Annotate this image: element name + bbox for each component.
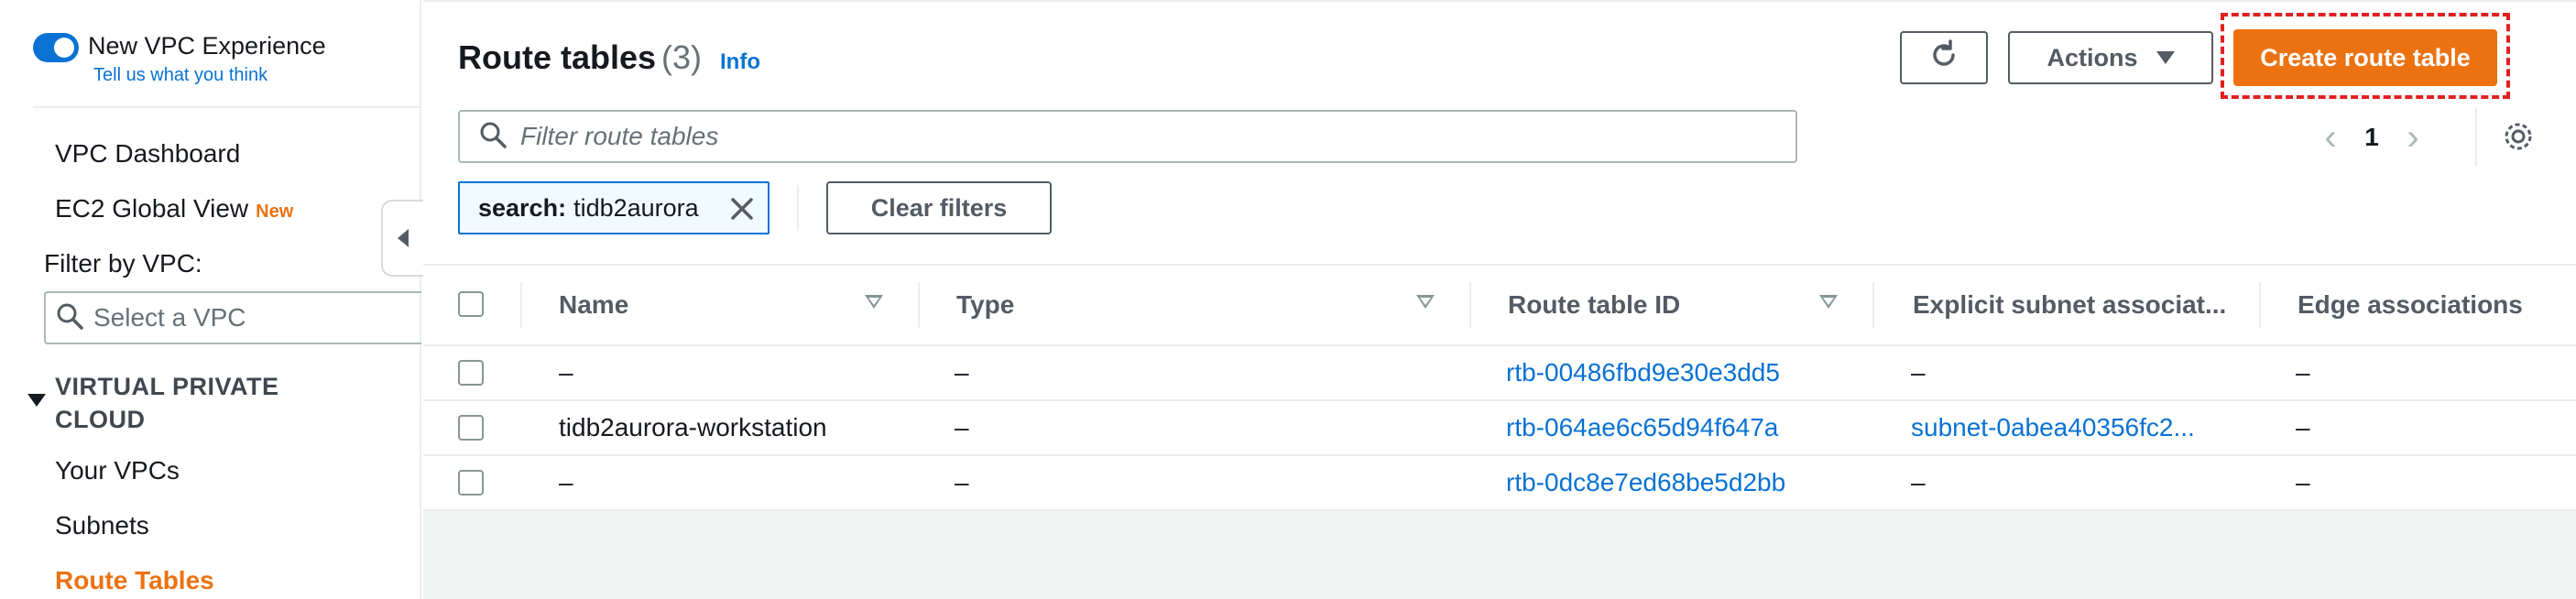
- chevron-left-icon[interactable]: ‹: [2312, 117, 2349, 158]
- new-badge: New: [256, 201, 294, 222]
- table-bottom-border: [423, 509, 2576, 511]
- route-table-id-link[interactable]: rtb-064ae6c65d94f647a: [1506, 401, 1778, 454]
- new-vpc-experience-toggle[interactable]: [33, 33, 79, 62]
- column-header-explicit-subnet-associations[interactable]: Explicit subnet associat...: [1913, 266, 2226, 344]
- close-icon[interactable]: [729, 196, 755, 228]
- cell-name: –: [559, 358, 573, 387]
- cell-edge: –: [2296, 468, 2310, 496]
- cell-name: tidb2aurora-workstation: [559, 413, 827, 441]
- route-table-id-link[interactable]: rtb-00486fbd9e30e3dd5: [1506, 346, 1780, 399]
- column-divider: [1872, 282, 1874, 328]
- subnet-link[interactable]: subnet-0abea40356fc2...: [1911, 401, 2195, 454]
- row-checkbox[interactable]: [458, 470, 484, 496]
- side-navigation: New VPC Experience Tell us what you thin…: [0, 0, 423, 599]
- main-content: Route tables (3) Info Actions Create rout…: [423, 0, 2576, 599]
- cell-name: –: [559, 468, 573, 496]
- cell-edge: –: [2296, 413, 2310, 441]
- column-header-route-table-id[interactable]: Route table ID: [1508, 266, 1680, 344]
- token-divider: [797, 185, 799, 231]
- create-route-table-button[interactable]: Create route table: [2233, 29, 2497, 86]
- new-vpc-experience-label: New VPC Experience: [88, 32, 326, 60]
- filter-token-value: tidb2aurora: [573, 193, 699, 222]
- filter-by-vpc-label: Filter by VPC:: [44, 249, 202, 278]
- filter-route-tables-input[interactable]: Filter route tables: [458, 110, 1797, 163]
- feedback-link[interactable]: Tell us what you think: [93, 62, 326, 88]
- sort-icon[interactable]: [1416, 295, 1435, 309]
- actions-dropdown-button[interactable]: Actions: [2008, 31, 2213, 84]
- sidebar-item-route-tables[interactable]: Route Tables: [55, 566, 214, 595]
- cell-subnet: –: [1911, 468, 1926, 496]
- table-row[interactable]: tidb2aurora-workstation – rtb-064ae6c65d…: [423, 399, 2576, 454]
- cell-edge: –: [2296, 358, 2310, 387]
- table-top-border: [423, 264, 2576, 266]
- refresh-button[interactable]: [1900, 31, 1988, 84]
- column-divider: [2259, 282, 2261, 328]
- table-row[interactable]: – – rtb-00486fbd9e30e3dd5 – –: [423, 344, 2576, 399]
- cell-type: –: [955, 358, 969, 387]
- column-divider: [918, 282, 920, 328]
- chevron-right-icon[interactable]: ›: [2395, 117, 2431, 158]
- table-row[interactable]: – – rtb-0dc8e7ed68be5d2bb – –: [423, 454, 2576, 509]
- filter-token-key: search:: [478, 193, 567, 222]
- collapse-sidebar-button[interactable]: [381, 200, 423, 277]
- cell-subnet: –: [1911, 358, 1926, 387]
- search-icon: [478, 120, 508, 154]
- caret-down-icon: [27, 394, 46, 407]
- sort-icon[interactable]: [1819, 295, 1838, 309]
- sort-icon[interactable]: [865, 295, 883, 309]
- pagination-divider: [2475, 108, 2477, 167]
- page-title: Route tables (3): [458, 38, 703, 76]
- route-table-id-link[interactable]: rtb-0dc8e7ed68be5d2bb: [1506, 456, 1785, 509]
- sidebar-item-vpc-dashboard[interactable]: VPC Dashboard: [55, 139, 240, 169]
- column-divider: [520, 282, 522, 328]
- sidebar-item-subnets[interactable]: Subnets: [55, 511, 149, 540]
- sidebar-divider: [33, 106, 421, 108]
- caret-left-icon: [398, 229, 409, 247]
- route-table-count: (3): [661, 38, 703, 76]
- cell-type: –: [955, 413, 969, 441]
- info-link[interactable]: Info: [720, 49, 760, 75]
- row-checkbox[interactable]: [458, 360, 484, 386]
- sidebar-item-ec2-global-view[interactable]: EC2 Global View New: [55, 194, 293, 223]
- caret-down-icon: [2156, 51, 2175, 64]
- pagination: ‹ 1 ›: [2312, 112, 2431, 163]
- section-virtual-private-cloud[interactable]: VIRTUAL PRIVATE CLOUD: [27, 370, 330, 436]
- filter-token: search: tidb2aurora: [458, 181, 770, 234]
- column-header-edge-associations[interactable]: Edge associations: [2298, 266, 2523, 344]
- new-vpc-experience-toggle-group: New VPC Experience Tell us what you thin…: [33, 29, 326, 88]
- cell-type: –: [955, 468, 969, 496]
- row-checkbox[interactable]: [458, 415, 484, 441]
- settings-gear-icon[interactable]: [2501, 119, 2536, 158]
- column-header-type[interactable]: Type: [956, 266, 1014, 344]
- clear-filters-button[interactable]: Clear filters: [826, 181, 1052, 234]
- refresh-icon: [1927, 38, 1960, 78]
- sidebar-item-your-vpcs[interactable]: Your VPCs: [55, 456, 180, 485]
- select-all-checkbox[interactable]: [458, 291, 484, 317]
- vpc-select-input[interactable]: Select a VPC: [44, 291, 421, 344]
- route-tables-container: Route tables (3) Info Actions Create rout…: [423, 0, 2576, 511]
- column-divider: [1469, 282, 1471, 328]
- current-page[interactable]: 1: [2349, 123, 2395, 152]
- search-icon: [55, 301, 84, 335]
- column-header-name[interactable]: Name: [559, 266, 628, 344]
